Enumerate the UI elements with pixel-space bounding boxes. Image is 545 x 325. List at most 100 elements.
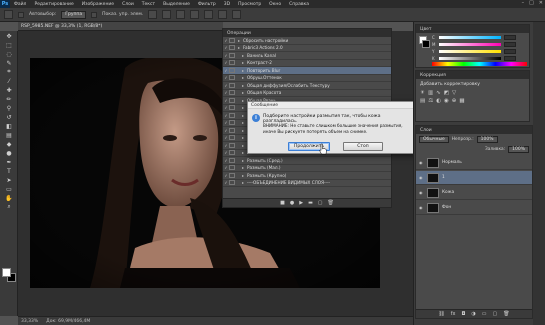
- slider-k-value[interactable]: [504, 56, 516, 61]
- fill-field[interactable]: 100%: [508, 146, 529, 153]
- history-brush-icon[interactable]: ↺: [3, 113, 15, 121]
- visibility-eye-icon[interactable]: ◉: [419, 160, 424, 165]
- bg-color-chip[interactable]: [422, 40, 430, 48]
- move-tool-icon[interactable]: [4, 10, 13, 19]
- menu-help[interactable]: Справка: [285, 2, 313, 7]
- action-row[interactable]: ✓ ▸ Сбросить настройки: [223, 37, 391, 45]
- photo-filter-icon[interactable]: ◉: [444, 98, 449, 104]
- link-icon[interactable]: ⛓: [438, 311, 444, 317]
- path-select-icon[interactable]: ➤: [3, 176, 15, 184]
- channel-mixer-icon[interactable]: ⊕: [452, 98, 457, 104]
- levels-icon[interactable]: ▥: [428, 90, 433, 96]
- color-panel-tab[interactable]: Цвет: [416, 25, 529, 33]
- slider-c-value[interactable]: [504, 35, 516, 40]
- maximize-button[interactable]: □: [529, 0, 534, 6]
- dialog-toggle-box[interactable]: [229, 52, 235, 58]
- visibility-eye-icon[interactable]: ◉: [419, 175, 424, 180]
- adjustment-layer-icon[interactable]: ◑: [471, 311, 475, 317]
- layer-row[interactable]: ◉ Фон: [416, 201, 532, 215]
- align-center-icon[interactable]: [204, 10, 214, 19]
- menu-file[interactable]: Файл: [10, 2, 30, 7]
- color-balance-icon[interactable]: ⚖: [428, 98, 433, 104]
- slider-k[interactable]: K: [432, 56, 516, 61]
- action-row[interactable]: ✓ ▸ Общая Красота: [223, 90, 391, 97]
- dialog-toggle-box[interactable]: [229, 67, 235, 73]
- brush-tool-icon[interactable]: ✏: [3, 95, 15, 103]
- gradient-tool-icon[interactable]: ▤: [3, 131, 15, 139]
- dialog-toggle-box[interactable]: [229, 97, 235, 103]
- menu-window[interactable]: Окно: [265, 2, 285, 7]
- layer-row[interactable]: ◉ Нормаль: [416, 156, 532, 170]
- dialog-toggle-box[interactable]: [229, 82, 235, 88]
- auto-select-checkbox[interactable]: [18, 11, 24, 18]
- healing-brush-icon[interactable]: ✚: [3, 86, 15, 94]
- action-row[interactable]: ✓ ▸ Fabric3 Actions 2.0: [223, 45, 391, 52]
- action-row[interactable]: ✓ ▸ Размыть (Мал.): [223, 165, 391, 172]
- menu-type[interactable]: Текст: [138, 2, 159, 7]
- dialog-toggle-box[interactable]: [229, 127, 235, 133]
- crop-tool-icon[interactable]: ⌗: [3, 68, 15, 76]
- slider-m-value[interactable]: [504, 42, 516, 47]
- document-tab[interactable]: RSP_5985.NEF @ 33,3% (1, RGB/8*): [18, 22, 223, 31]
- dialog-toggle-box[interactable]: [229, 165, 235, 171]
- exposure-icon[interactable]: ◩: [444, 90, 449, 96]
- dialog-toggle-box[interactable]: [229, 37, 235, 43]
- dialog-toggle-box[interactable]: [229, 135, 235, 141]
- shape-tool-icon[interactable]: ▭: [3, 185, 15, 193]
- auto-select-dropdown[interactable]: Группа: [61, 10, 87, 19]
- zoom-tool-icon[interactable]: ⌕: [3, 203, 15, 211]
- folder-icon[interactable]: ▭: [482, 311, 487, 317]
- color-spectrum[interactable]: [432, 62, 527, 66]
- lasso-tool-icon[interactable]: ◌: [3, 50, 15, 58]
- align-bottom-icon[interactable]: [176, 10, 186, 19]
- actions-panel-title[interactable]: Операции: [223, 29, 391, 37]
- align-right-icon[interactable]: [218, 10, 228, 19]
- action-row[interactable]: ✓ ▸ Обруш.Оттенок: [223, 75, 391, 82]
- align-middle-icon[interactable]: [162, 10, 172, 19]
- menu-edit[interactable]: Редактирование: [30, 2, 77, 7]
- trash-icon[interactable]: 🗑: [328, 200, 334, 206]
- dialog-toggle-box[interactable]: [229, 60, 235, 66]
- slider-y[interactable]: Y: [432, 49, 516, 54]
- opacity-field[interactable]: 100%: [476, 136, 498, 143]
- hue-saturation-icon[interactable]: ▤: [420, 98, 425, 104]
- fx-icon[interactable]: fx: [451, 311, 456, 317]
- curves-icon[interactable]: ∿: [436, 90, 441, 96]
- action-row[interactable]: ✓ ▸ Размыть (Сред.): [223, 157, 391, 165]
- transform-controls-checkbox[interactable]: [91, 11, 98, 18]
- quick-select-tool-icon[interactable]: ✎: [3, 59, 15, 67]
- stop-button[interactable]: Стоп: [343, 142, 383, 151]
- new-set-icon[interactable]: ▬: [308, 200, 313, 206]
- adjustments-tab[interactable]: Коррекция: [416, 71, 529, 79]
- action-row[interactable]: ✓ ▸ Контраст-2: [223, 60, 391, 67]
- eraser-tool-icon[interactable]: ◧: [3, 122, 15, 130]
- slider-c[interactable]: C: [432, 35, 516, 40]
- stop-icon[interactable]: ■: [280, 200, 285, 206]
- color-swatches[interactable]: [2, 268, 16, 282]
- align-left-icon[interactable]: [190, 10, 200, 19]
- layer-row[interactable]: ◉ 1: [416, 171, 532, 185]
- layer-row[interactable]: ◉ Кожа: [416, 186, 532, 200]
- dialog-toggle-box[interactable]: [229, 180, 235, 186]
- action-row[interactable]: ✓ ▸ Размыть (Крупно): [223, 172, 391, 180]
- dialog-toggle-box[interactable]: [229, 172, 235, 178]
- menu-3d[interactable]: 3D: [220, 2, 234, 7]
- vibrance-icon[interactable]: ▽: [452, 90, 456, 96]
- brightness-icon[interactable]: ☀: [420, 90, 425, 96]
- visibility-eye-icon[interactable]: ◉: [419, 190, 424, 195]
- action-row[interactable]: ✓ ▸ Повторить Blur: [223, 67, 391, 75]
- slider-y-value[interactable]: [504, 49, 516, 54]
- menu-filter[interactable]: Фильтр: [194, 2, 220, 7]
- foreground-color-swatch[interactable]: [2, 268, 11, 277]
- new-layer-icon[interactable]: ▢: [493, 311, 498, 317]
- type-tool-icon[interactable]: T: [3, 167, 15, 175]
- dialog-toggle-box[interactable]: [229, 75, 235, 81]
- dialog-toggle-box[interactable]: [229, 150, 235, 156]
- menu-layers[interactable]: Слои: [118, 2, 138, 7]
- record-icon[interactable]: ●: [290, 200, 294, 206]
- dialog-toggle-box[interactable]: [229, 45, 235, 51]
- minimize-button[interactable]: –: [522, 0, 525, 6]
- action-row[interactable]: ✓ ▸ ----ОБЪЕДИНЕНИЕ ВИДИМЫХ СЛОЯ----: [223, 180, 391, 187]
- new-action-icon[interactable]: ▢: [318, 200, 323, 206]
- blur-tool-icon[interactable]: ◆: [3, 140, 15, 148]
